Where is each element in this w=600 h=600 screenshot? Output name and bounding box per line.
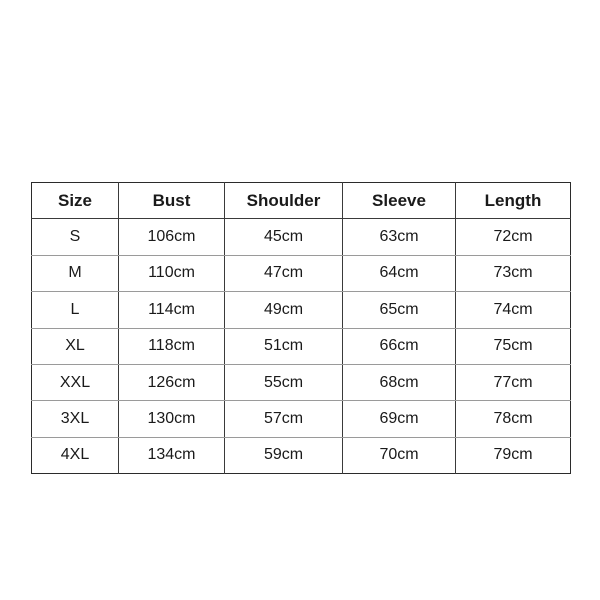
column-header-sleeve: Sleeve [342, 182, 456, 220]
table-body: S 106cm 45cm 63cm 72cm M 110cm 47cm 64cm… [31, 218, 571, 474]
cell-sleeve: 66cm [342, 328, 456, 365]
cell-length: 78cm [455, 400, 571, 438]
cell-sleeve: 68cm [342, 364, 456, 402]
cell-sleeve: 63cm [342, 218, 456, 256]
cell-bust: 110cm [118, 255, 225, 293]
column-header-shoulder: Shoulder [224, 182, 343, 220]
cell-shoulder: 51cm [224, 328, 343, 365]
cell-bust: 126cm [118, 364, 225, 402]
cell-length: 79cm [493, 446, 533, 464]
table-row: L 114cm 49cm 65cm 74cm [31, 291, 571, 329]
cell-shoulder: 59cm [224, 437, 343, 474]
cell-bust: 118cm [118, 328, 225, 365]
table-row: 4XL 134cm 59cm 70cm 79cm [31, 437, 571, 474]
table-row: S 106cm 45cm 63cm 72cm [31, 218, 571, 256]
cell-size: XXL [31, 364, 119, 402]
cell-sleeve: 70cm [342, 437, 456, 474]
cell-length: 73cm [455, 255, 571, 293]
cell-sleeve: 65cm [342, 291, 456, 329]
cell-shoulder: 45cm [224, 218, 343, 256]
cell-length: 72cm [455, 218, 571, 256]
cell-shoulder: 55cm [224, 364, 343, 402]
cell-size: 4XL [31, 437, 119, 474]
cell-sleeve: 69cm [342, 400, 456, 438]
cell-bust: 130cm [118, 400, 225, 438]
size-chart-container: Size Bust Shoulder Sleeve Length S 106cm… [31, 182, 571, 475]
cell-bust: 106cm [118, 218, 225, 256]
cell-shoulder: 47cm [224, 255, 343, 293]
cell-size: XL [31, 328, 119, 365]
table-row: 3XL 130cm 57cm 69cm 78cm [31, 400, 571, 438]
cell-length: 74cm [455, 291, 571, 329]
cell-size: S [31, 218, 119, 256]
cell-bust: 114cm [118, 291, 225, 329]
cell-bust: 134cm [118, 437, 225, 474]
cell-size: L [31, 291, 119, 329]
cell-shoulder: 49cm [224, 291, 343, 329]
column-header-bust: Bust [118, 182, 225, 220]
cell-length: 75cm [455, 328, 571, 365]
table-row: M 110cm 47cm 64cm 73cm [31, 255, 571, 293]
column-header-length: Length [455, 182, 571, 220]
cell-size: 3XL [31, 400, 119, 438]
cell-size: M [31, 255, 119, 293]
table-header-row: Size Bust Shoulder Sleeve Length [31, 182, 571, 220]
table-row: XXL 126cm 55cm 68cm 77cm [31, 364, 571, 402]
cell-shoulder: 57cm [224, 400, 343, 438]
table-header: Size Bust Shoulder Sleeve Length [31, 182, 571, 220]
size-chart-table: Size Bust Shoulder Sleeve Length S 106cm… [31, 182, 571, 475]
column-header-size: Size [31, 182, 119, 220]
cell-sleeve: 64cm [342, 255, 456, 293]
cell-length: 77cm [455, 364, 571, 402]
table-row: XL 118cm 51cm 66cm 75cm [31, 328, 571, 365]
